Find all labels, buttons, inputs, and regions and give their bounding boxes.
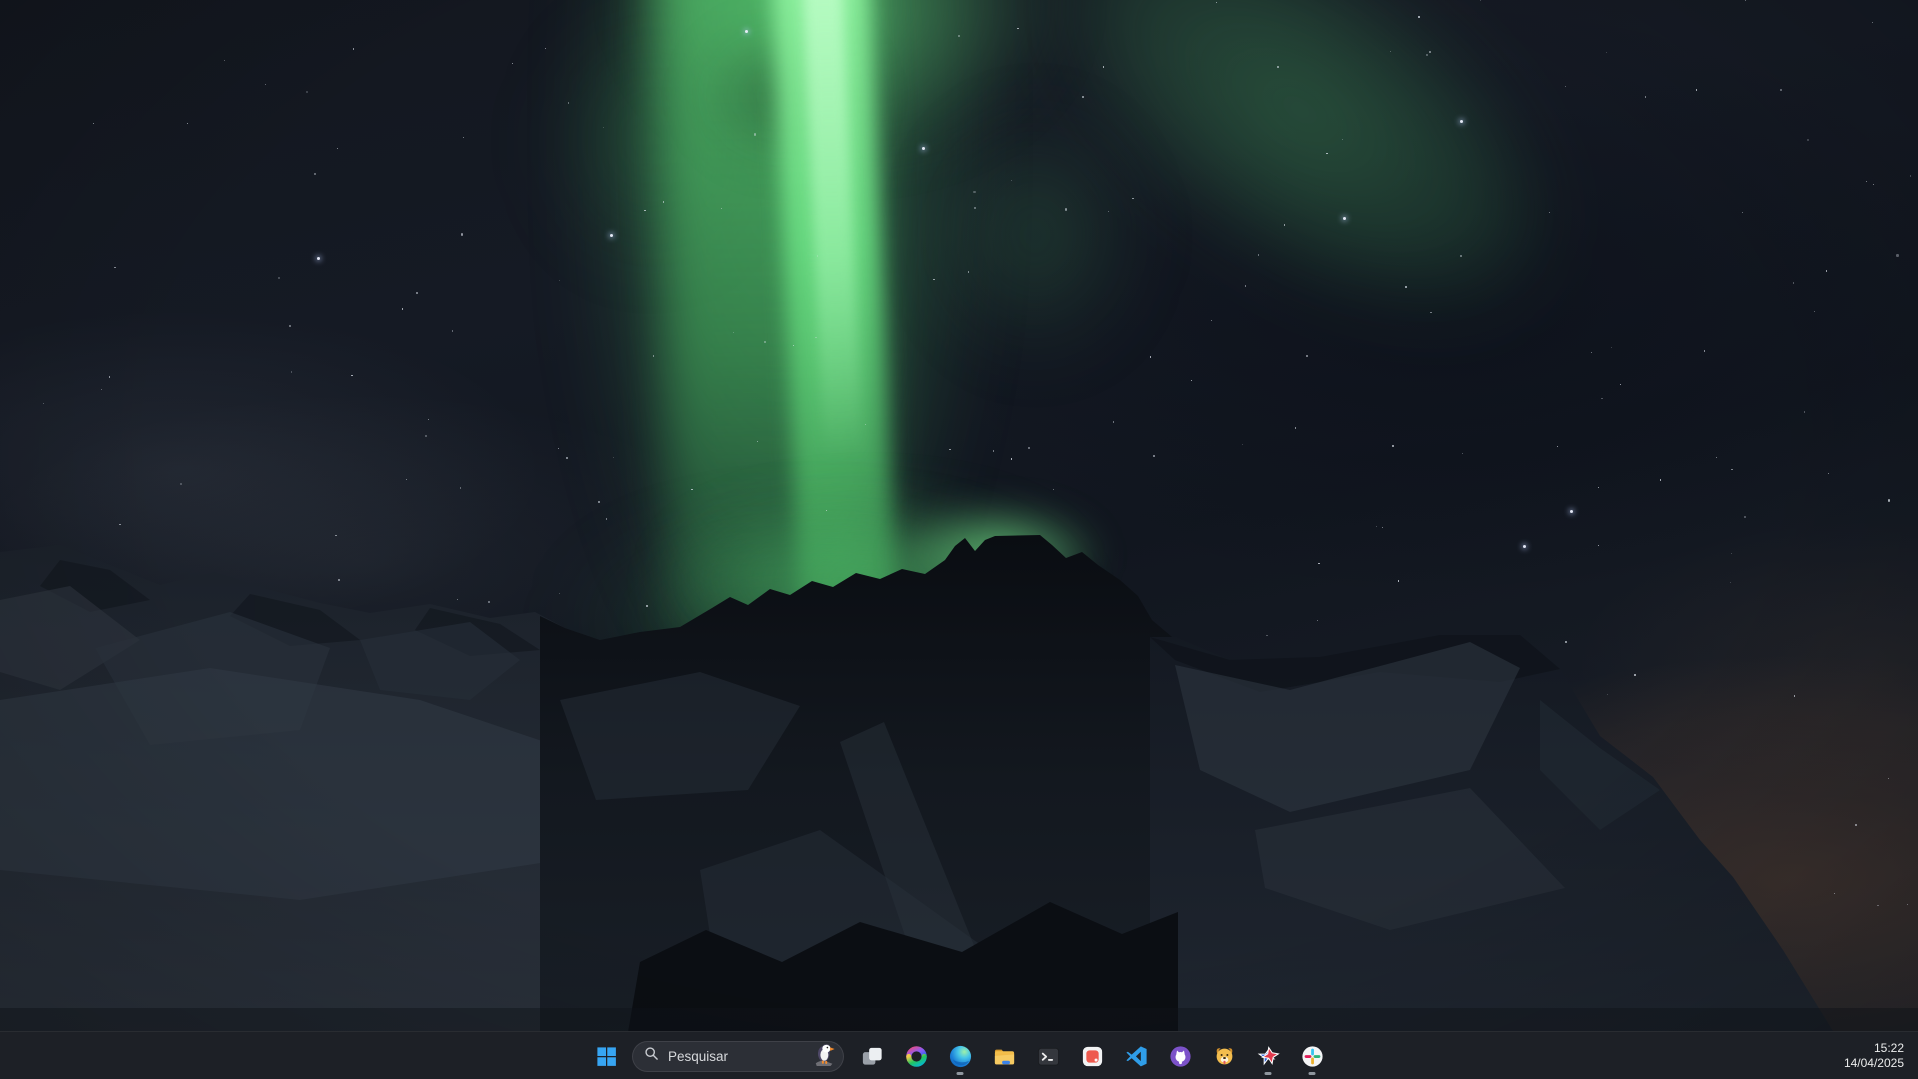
vscode-button[interactable] [1116,1036,1156,1076]
terminal-button[interactable] [1028,1036,1068,1076]
taskbar-clock[interactable]: 15:22 14/04/2025 [1834,1037,1914,1075]
folder-icon [992,1044,1017,1069]
red-square-app-button[interactable] [1072,1036,1112,1076]
file-explorer-button[interactable] [984,1036,1024,1076]
task-view-button[interactable] [852,1036,892,1076]
edge-icon [948,1044,973,1069]
terminal-icon [1036,1044,1061,1069]
taskbar-center-group: Pesquisar [586,1032,1332,1079]
copilot-button[interactable] [896,1036,936,1076]
search-placeholder: Pesquisar [668,1049,813,1064]
taskbar-search[interactable]: Pesquisar [632,1041,844,1072]
desktop: Pesquisar [0,0,1918,1079]
mountain-silhouettes [0,0,1918,1079]
windows-logo-icon [595,1045,618,1068]
red-blue-star-icon [1256,1044,1281,1069]
taskbar: Pesquisar [0,1031,1918,1079]
copilot-icon [904,1044,929,1069]
clock-date: 14/04/2025 [1844,1056,1904,1071]
clock-time: 15:22 [1844,1041,1904,1056]
dog-app-button[interactable] [1204,1036,1244,1076]
star-app-button[interactable] [1248,1036,1288,1076]
slack-button[interactable] [1292,1036,1332,1076]
start-button[interactable] [586,1036,626,1076]
dog-face-icon [1212,1044,1237,1069]
red-square-app-icon [1080,1044,1105,1069]
taskbar-icon-strip [852,1036,1332,1076]
task-view-icon [860,1044,885,1069]
slack-icon [1300,1044,1325,1069]
edge-button[interactable] [940,1036,980,1076]
taskbar-right-group: 15:22 14/04/2025 [1834,1032,1914,1079]
puffin-bird-image [813,1041,837,1072]
github-octocat-icon [1168,1044,1193,1069]
github-desktop-button[interactable] [1160,1036,1200,1076]
vscode-icon [1124,1044,1149,1069]
search-icon [644,1046,659,1066]
